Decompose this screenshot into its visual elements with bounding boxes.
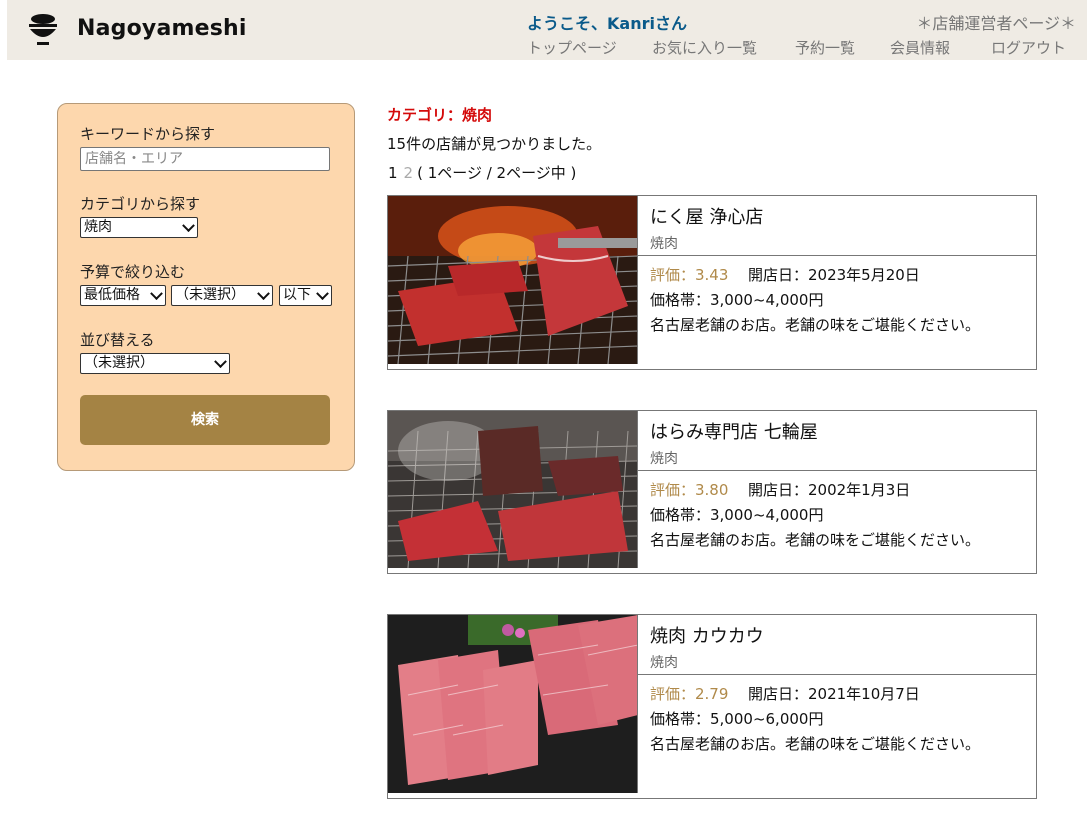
shop-image[interactable]	[388, 196, 638, 364]
budget-amount-value: （未選択）	[175, 287, 245, 303]
shop-card[interactable]: 焼肉 カウカウ 焼肉 評価：2.79 開店日：2021年10月7日 価格帯：5,…	[387, 614, 1037, 799]
chevron-down-icon	[257, 287, 270, 301]
shop-category: 焼肉	[650, 236, 678, 252]
chevron-down-icon	[182, 219, 195, 233]
budget-condition-select[interactable]: 以下	[279, 285, 332, 306]
pagination: 1 2( 1ページ / 2ページ中 )	[388, 162, 576, 183]
shop-price-range: 価格帯：3,000~4,000円	[650, 506, 824, 524]
shop-description: 名古屋老舗のお店。老舗の味をご堪能ください。	[650, 531, 981, 549]
shop-name[interactable]: にく屋 浄心店	[650, 203, 763, 229]
budget-type-value: 最低価格	[84, 287, 140, 303]
budget-amount-select[interactable]: （未選択）	[171, 285, 273, 306]
shop-price-range: 価格帯：5,000~6,000円	[650, 710, 824, 728]
shop-card[interactable]: はらみ専門店 七輪屋 焼肉 評価：3.80 開店日：2002年1月3日 価格帯：…	[387, 410, 1037, 574]
shop-rating: 評価：2.79	[650, 685, 729, 703]
search-sidebar: キーワードから探す カテゴリから探す 焼肉 予算で絞り込む 最低価格 （未選択）…	[57, 103, 355, 471]
page-info: ( 1ページ / 2ページ中 )	[417, 164, 577, 182]
shop-name[interactable]: 焼肉 カウカウ	[650, 622, 764, 648]
category-select[interactable]: 焼肉	[80, 217, 198, 238]
shop-opened-date: 開店日：2023年5月20日	[748, 266, 920, 284]
shop-rating: 評価：3.80	[650, 481, 729, 499]
chevron-down-icon	[150, 287, 163, 301]
welcome-message: ようこそ、Kanriさん	[527, 14, 687, 33]
category-title: カテゴリ：焼肉	[387, 106, 493, 124]
chevron-down-icon	[214, 355, 227, 369]
owner-page-link[interactable]: ＊店舗運営者ページ＊	[916, 10, 1076, 34]
budget-label: 予算で絞り込む	[80, 263, 186, 281]
shop-rating: 評価：3.43	[650, 266, 729, 284]
nav-reservations[interactable]: 予約一覧	[795, 37, 855, 58]
results-count: 15件の店舗が見つかりました。	[387, 135, 602, 153]
sort-label: 並び替える	[80, 331, 155, 349]
budget-type-select[interactable]: 最低価格	[80, 285, 166, 306]
rice-bowl-logo-icon[interactable]	[26, 13, 60, 47]
shop-opened-date: 開店日：2021年10月7日	[748, 685, 920, 703]
shop-description: 名古屋老舗のお店。老舗の味をご堪能ください。	[650, 316, 981, 334]
card-divider	[638, 255, 1036, 256]
shop-card[interactable]: にく屋 浄心店 焼肉 評価：3.43 開店日：2023年5月20日 価格帯：3,…	[387, 195, 1037, 370]
page-1-current: 1	[388, 164, 398, 182]
shop-image[interactable]	[388, 615, 638, 793]
sort-select[interactable]: （未選択）	[80, 353, 230, 374]
brand-name[interactable]: Nagoyameshi	[77, 16, 247, 41]
nav-top-page[interactable]: トップページ	[527, 37, 617, 58]
nav-favorites[interactable]: お気に入り一覧	[652, 37, 757, 58]
keyword-search-input[interactable]	[80, 147, 330, 171]
shop-opened-date: 開店日：2002年1月3日	[748, 481, 911, 499]
shop-category: 焼肉	[650, 451, 678, 467]
nav-member-info[interactable]: 会員情報	[890, 37, 950, 58]
chevron-down-icon	[316, 287, 329, 301]
search-button[interactable]: 検索	[80, 395, 330, 445]
shop-price-range: 価格帯：3,000~4,000円	[650, 291, 824, 309]
keyword-label: キーワードから探す	[80, 125, 216, 143]
card-divider	[638, 674, 1036, 675]
category-label: カテゴリから探す	[80, 195, 201, 213]
shop-category: 焼肉	[650, 655, 678, 671]
budget-condition-value: 以下	[283, 287, 311, 303]
page-2-link[interactable]: 2	[404, 164, 414, 182]
shop-image[interactable]	[388, 411, 638, 568]
shop-description: 名古屋老舗のお店。老舗の味をご堪能ください。	[650, 735, 981, 753]
card-divider	[638, 470, 1036, 471]
shop-name[interactable]: はらみ専門店 七輪屋	[650, 418, 818, 444]
sort-select-value: （未選択）	[84, 355, 154, 371]
nav-logout[interactable]: ログアウト	[991, 37, 1066, 58]
site-header: Nagoyameshi ようこそ、Kanriさん ＊店舗運営者ページ＊ トップペ…	[7, 0, 1087, 60]
category-select-value: 焼肉	[84, 219, 112, 235]
